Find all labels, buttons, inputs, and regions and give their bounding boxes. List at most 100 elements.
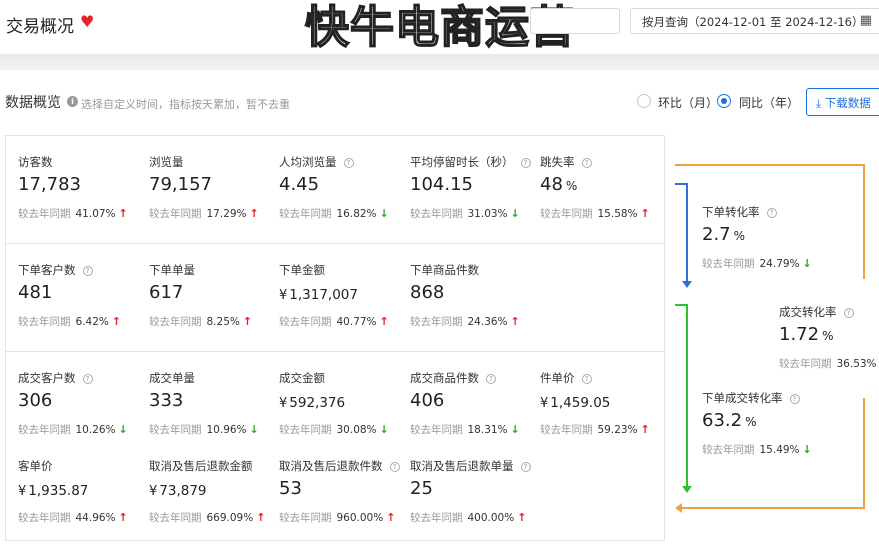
help-icon[interactable]: ?	[82, 266, 93, 276]
arrow-down-icon: ↓	[118, 423, 128, 436]
help-icon[interactable]: ?	[843, 308, 854, 318]
header-separator	[0, 54, 879, 70]
help-icon[interactable]: ?	[581, 374, 592, 384]
trade-overview-page: 交易概况 ♥ 快牛电商运营 按月查询（2024-12-01 至 2024-12-…	[0, 0, 879, 547]
metric-value: 306	[18, 390, 52, 411]
radio-mom[interactable]	[637, 94, 651, 108]
comparison-value: 400.00%	[467, 512, 515, 524]
metric-comparison: 较去年同期 960.00% ↑	[279, 510, 395, 525]
metric-card: 件单价? ¥1,459.05 较去年同期 59.23% ↑	[540, 370, 668, 450]
metric-number: 333	[149, 390, 184, 411]
help-icon[interactable]: ?	[789, 394, 800, 404]
comparison-value: 15.49%	[759, 444, 800, 456]
metric-number: 53	[279, 478, 302, 499]
download-data-button[interactable]: ⤓ 下载数据	[806, 88, 879, 116]
currency-symbol: ¥	[18, 484, 27, 499]
flow-line-blue	[686, 183, 688, 283]
metric-card: 跳失率? 48% 较去年同期 15.58% ↑	[540, 154, 668, 234]
currency-symbol: ¥	[540, 396, 549, 411]
comparison-label: 较去年同期	[279, 316, 332, 328]
metric-label-text: 成交单量	[149, 371, 195, 385]
arrow-down-icon: ↓	[379, 207, 389, 220]
metric-comparison: 较去年同期 10.26% ↓	[18, 422, 128, 437]
radio-mom-label[interactable]: 环比（月）	[658, 94, 718, 111]
metric-comparison: 较去年同期 30.08% ↓	[279, 422, 389, 437]
radio-yoy-label[interactable]: 同比（年）	[739, 94, 799, 111]
comparison-label: 较去年同期	[18, 424, 71, 436]
comparison-value: 30.08%	[336, 424, 377, 436]
comparison-label: 较去年同期	[149, 208, 202, 220]
help-icon[interactable]: ?	[766, 208, 777, 218]
metric-label: 下单金额	[279, 262, 325, 278]
comparison-label: 较去年同期	[18, 208, 71, 220]
metric-label-text: 下单客户数	[18, 263, 76, 277]
metric-label: 跳失率?	[540, 154, 592, 170]
header-button[interactable]	[530, 8, 620, 34]
help-icon[interactable]: ?	[389, 462, 400, 472]
comparison-label: 较去年同期	[779, 358, 832, 370]
metric-label: 成交客户数?	[18, 370, 93, 386]
calendar-icon[interactable]: ▦	[860, 13, 872, 28]
conversion-value: 63.2%	[702, 410, 756, 431]
comparison-label: 较去年同期	[279, 424, 332, 436]
comparison-value: 36.53%	[836, 358, 877, 370]
metric-number: 17,783	[18, 174, 81, 195]
comparison-value: 15.58%	[597, 208, 638, 220]
metric-card: 人均浏览量? 4.45 较去年同期 16.82% ↓	[279, 154, 407, 234]
metric-label-text: 浏览量	[149, 155, 184, 169]
comparison-label: 较去年同期	[410, 316, 463, 328]
help-icon[interactable]: ?	[520, 158, 531, 168]
comparison-label: 较去年同期	[702, 444, 755, 456]
arrow-up-icon: ↑	[118, 207, 128, 220]
currency-symbol: ¥	[149, 484, 158, 499]
comparison-value: 31.03%	[467, 208, 508, 220]
help-icon[interactable]: ?	[82, 374, 93, 384]
comparison-label: 较去年同期	[149, 316, 202, 328]
metric-value: 53	[279, 478, 302, 499]
metric-label: 客单价	[18, 458, 53, 474]
flow-line-orange	[675, 164, 865, 166]
metric-card: 下单客户数? 481 较去年同期 6.42% ↑	[18, 262, 146, 342]
metric-value: ¥592,376	[279, 395, 345, 411]
conversion-label: 成交转化率?	[779, 304, 854, 320]
help-icon[interactable]: ?	[581, 158, 592, 168]
metric-label-text: 访客数	[18, 155, 53, 169]
metric-label-text: 成交商品件数	[410, 371, 479, 385]
metric-number: 48	[540, 174, 563, 195]
help-icon[interactable]: ?	[486, 374, 496, 384]
arrow-up-icon: ↑	[386, 511, 396, 524]
conversion-unit: %	[733, 229, 746, 243]
metric-card: 取消及售后退款金额 ¥73,879 较去年同期 669.09% ↑	[149, 458, 277, 538]
metric-comparison: 较去年同期 24.36% ↑	[410, 314, 520, 329]
metric-label-text: 人均浏览量	[279, 155, 337, 169]
metric-value: 104.15	[410, 174, 473, 195]
comparison-label: 较去年同期	[279, 512, 332, 524]
metric-card: 下单金额 ¥1,317,007 较去年同期 40.77% ↑	[279, 262, 407, 342]
comparison-value: 8.25%	[206, 316, 240, 328]
heart-icon: ♥	[80, 12, 95, 31]
conversion-comparison: 较去年同期 15.49% ↓	[702, 442, 812, 457]
arrow-down-icon: ↓	[802, 257, 812, 270]
help-icon[interactable]: ?	[343, 158, 354, 168]
comparison-value: 6.42%	[75, 316, 109, 328]
metric-label-text: 成交客户数	[18, 371, 76, 385]
row-divider	[6, 243, 664, 244]
metric-value: ¥1,459.05	[540, 395, 610, 411]
metric-value: 617	[149, 282, 183, 303]
radio-yoy[interactable]	[717, 94, 731, 108]
metric-comparison: 较去年同期 8.25% ↑	[149, 314, 252, 329]
row-divider	[6, 351, 664, 352]
date-range-picker[interactable]: 按月查询（2024-12-01 至 2024-12-16） ▦	[630, 8, 879, 34]
metric-card: 取消及售后退款件数? 53 较去年同期 960.00% ↑	[279, 458, 407, 538]
metric-card: 下单单量 617 较去年同期 8.25% ↑	[149, 262, 277, 342]
metric-card: 浏览量 79,157 较去年同期 17.29% ↑	[149, 154, 277, 234]
download-icon: ⤓	[816, 96, 822, 110]
metric-label-text: 成交金额	[279, 371, 325, 385]
metric-number: 406	[410, 390, 445, 411]
metric-number: 79,157	[149, 174, 212, 195]
metric-comparison: 较去年同期 669.09% ↑	[149, 510, 265, 525]
conversion-label-text: 成交转化率	[779, 305, 837, 319]
help-icon[interactable]: ?	[520, 462, 531, 472]
metric-label: 人均浏览量?	[279, 154, 354, 170]
metric-label: 成交金额	[279, 370, 325, 386]
